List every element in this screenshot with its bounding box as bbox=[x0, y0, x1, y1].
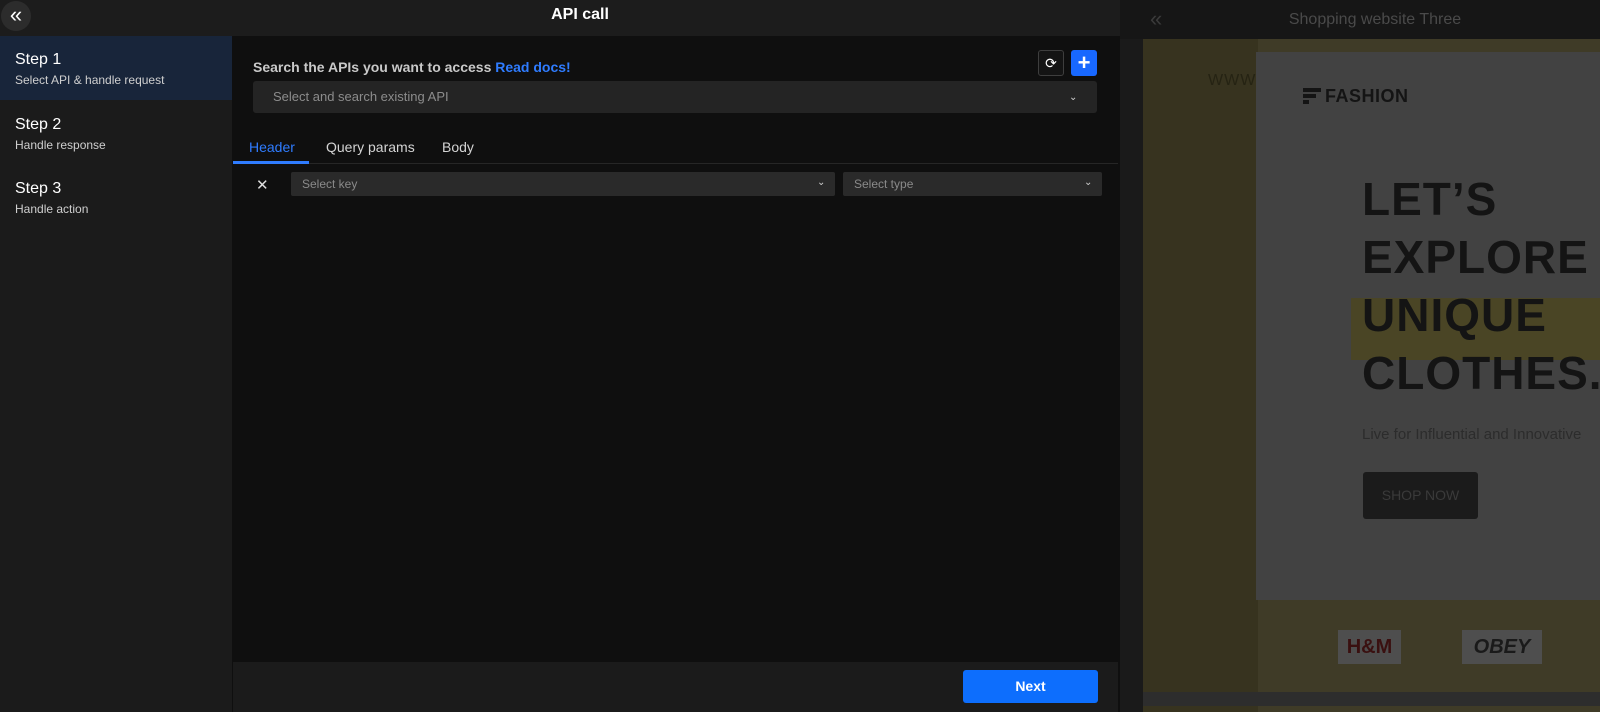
refresh-icon: ⟳ bbox=[1045, 55, 1057, 71]
tab-header[interactable]: Header bbox=[249, 139, 295, 155]
preview-headline: LET’S EXPLORE UNIQUE CLOTHES. bbox=[1362, 170, 1600, 402]
brand-logo-hm: H&M bbox=[1338, 630, 1401, 664]
active-tab-indicator bbox=[233, 161, 309, 164]
api-select-placeholder: Select and search existing API bbox=[273, 89, 449, 104]
api-search-label-text: Search the APIs you want to access bbox=[253, 59, 492, 75]
read-docs-link[interactable]: Read docs! bbox=[495, 59, 570, 75]
preview-logo: FASHION bbox=[1303, 86, 1409, 107]
chevron-down-icon: ⌄ bbox=[1069, 92, 1078, 103]
tab-query-params[interactable]: Query params bbox=[326, 139, 415, 155]
refresh-button[interactable]: ⟳ bbox=[1038, 50, 1064, 76]
step-1[interactable]: Step 1 Select API & handle request bbox=[0, 36, 232, 100]
step-title: Step 1 bbox=[15, 51, 62, 68]
preview-subtitle: Live for Influential and Innovative bbox=[1362, 426, 1582, 443]
select-key-placeholder: Select key bbox=[302, 177, 358, 191]
plus-icon: + bbox=[1077, 50, 1091, 75]
request-tabs: Header Query params Body bbox=[233, 132, 1118, 164]
headline-line: CLOTHES. bbox=[1362, 347, 1600, 399]
step-subtitle: Select API & handle request bbox=[15, 73, 165, 87]
preview-shop-now-button: SHOP NOW bbox=[1363, 472, 1478, 519]
step-2[interactable]: Step 2 Handle response bbox=[0, 101, 232, 165]
steps-sidebar: Step 1 Select API & handle request Step … bbox=[0, 36, 232, 712]
preview-title: Shopping website Three bbox=[1288, 11, 1462, 28]
add-api-button[interactable]: + bbox=[1071, 50, 1097, 76]
headline-line: EXPLORE bbox=[1362, 231, 1589, 283]
chevron-down-icon: ⌄ bbox=[817, 177, 826, 188]
chevron-down-icon: ⌄ bbox=[1084, 177, 1093, 188]
select-type-dropdown[interactable]: Select type ⌄ bbox=[843, 172, 1102, 196]
fashion-logo-icon bbox=[1303, 88, 1321, 104]
preview-scrollbar bbox=[1143, 692, 1600, 706]
headline-line: UNIQUE bbox=[1362, 289, 1547, 341]
close-icon: ✕ bbox=[256, 177, 269, 194]
remove-row-button[interactable]: ✕ bbox=[256, 176, 269, 194]
step-title: Step 3 bbox=[15, 180, 62, 197]
step-subtitle: Handle response bbox=[15, 138, 106, 152]
headline-line: LET’S bbox=[1362, 173, 1498, 225]
step-subtitle: Handle action bbox=[15, 202, 89, 216]
select-key-dropdown[interactable]: Select key ⌄ bbox=[291, 172, 835, 196]
tab-body[interactable]: Body bbox=[442, 139, 474, 155]
modal-title: API call bbox=[551, 6, 609, 23]
select-type-placeholder: Select type bbox=[854, 177, 914, 191]
brand-logo-obey: OBEY bbox=[1462, 630, 1542, 664]
step-3[interactable]: Step 3 Handle action bbox=[0, 165, 232, 229]
api-search-label: Search the APIs you want to access Read … bbox=[253, 59, 571, 75]
step-title: Step 2 bbox=[15, 116, 62, 133]
next-button[interactable]: Next bbox=[963, 670, 1098, 703]
preview-logo-text: FASHION bbox=[1325, 86, 1409, 106]
api-search-select[interactable]: Select and search existing API ⌄ bbox=[253, 81, 1097, 113]
preview-url: WWW bbox=[1208, 72, 1257, 89]
